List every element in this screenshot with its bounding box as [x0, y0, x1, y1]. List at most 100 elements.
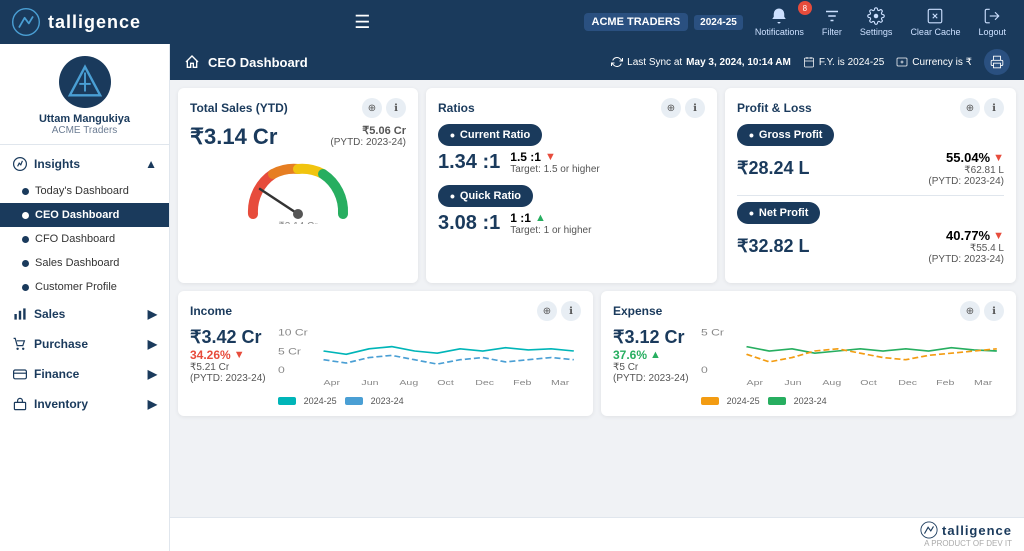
footer-logo-icon	[920, 521, 938, 539]
pnl-info-button[interactable]: ℹ	[984, 98, 1004, 118]
expense-options-button[interactable]: ⊕	[960, 301, 980, 321]
print-button[interactable]	[984, 49, 1010, 75]
ratios-info-button[interactable]: ℹ	[685, 98, 705, 118]
svg-text:10 Cr: 10 Cr	[278, 328, 308, 338]
income-stats: ₹3.42 Cr 34.26% ▼ ₹5.21 Cr (PYTD: 2023-2…	[190, 327, 266, 384]
finance-chevron-icon: ▶	[148, 367, 157, 381]
settings-button[interactable]: Settings	[854, 5, 899, 39]
sync-info: Last Sync at May 3, 2024, 10:14 AM	[611, 56, 791, 68]
filter-icon	[823, 7, 841, 25]
expense-card-icons: ⊕ ℹ	[960, 301, 1004, 321]
sidebar-item-todays-dashboard[interactable]: Today's Dashboard	[0, 179, 169, 203]
gross-profit-trend-icon: ▼	[993, 152, 1004, 164]
gross-profit-row: ₹28.24 L 55.04% ▼ ₹62.81 L (PYTD: 2023-2…	[737, 150, 1004, 187]
footer-brand: talligence A PRODUCT OF DEV IT	[170, 517, 1024, 551]
ratios-card-title: Ratios	[438, 101, 475, 115]
expense-info-button[interactable]: ℹ	[984, 301, 1004, 321]
company-name: ACME TRADERS	[592, 16, 681, 28]
svg-text:Apr: Apr	[746, 378, 763, 386]
sidebar-item-cfo-dashboard[interactable]: CFO Dashboard	[0, 227, 169, 251]
total-sales-card: Total Sales (YTD) ⊕ ℹ ₹3.14 Cr ₹5.06 Cr …	[178, 88, 418, 283]
svg-text:Dec: Dec	[475, 378, 494, 386]
sidebar: Uttam Mangukiya ACME Traders Insights ▲ …	[0, 44, 170, 551]
clear-cache-icon	[926, 7, 944, 25]
pnl-card-icons: ⊕ ℹ	[960, 98, 1004, 118]
pnl-options-button[interactable]: ⊕	[960, 98, 980, 118]
ratios-options-button[interactable]: ⊕	[661, 98, 681, 118]
sidebar-item-sales-dashboard[interactable]: Sales Dashboard	[0, 251, 169, 275]
sales-options-button[interactable]: ⊕	[362, 98, 382, 118]
logout-button[interactable]: Logout	[972, 5, 1012, 39]
svg-text:5 Cr: 5 Cr	[701, 328, 724, 338]
fy-tag: 2024-25	[694, 15, 743, 30]
income-card-title: Income	[190, 304, 232, 318]
expense-chart-area: 5 Cr 0 Apr Jun Aug Oct Dec Feb Mar	[701, 327, 1004, 406]
gross-profit-pill: Gross Profit	[737, 124, 834, 146]
quick-ratio-pill: Quick Ratio	[438, 185, 533, 207]
income-legend-2425	[278, 397, 296, 405]
income-legend-2324	[345, 397, 363, 405]
income-card: Income ⊕ ℹ ₹3.42 Cr 34.26% ▼	[178, 291, 593, 416]
sidebar-section-finance[interactable]: Finance ▶	[0, 359, 169, 389]
current-ratio-target: 1.5 :1 ▼ Target: 1.5 or higher	[510, 150, 600, 175]
sales-main-value: ₹3.14 Cr	[190, 124, 277, 150]
fy-value: 2024-25	[700, 17, 737, 28]
inventory-icon	[12, 396, 28, 412]
bottom-cards-row: Income ⊕ ℹ ₹3.42 Cr 34.26% ▼	[178, 291, 1016, 416]
income-options-button[interactable]: ⊕	[537, 301, 557, 321]
svg-text:Feb: Feb	[936, 378, 954, 386]
sidebar-section-purchase[interactable]: Purchase ▶	[0, 329, 169, 359]
logout-icon	[983, 7, 1001, 25]
hamburger-icon[interactable]: ☰	[354, 12, 370, 33]
navbar: talligence ☰ ACME TRADERS 2024-25 Notifi…	[0, 0, 1024, 44]
net-profit-row: ₹32.82 L 40.77% ▼ ₹55.4 L (PYTD: 2023-24…	[737, 228, 1004, 265]
ratios-card: Ratios ⊕ ℹ Current Ratio 1.34 :1	[426, 88, 717, 283]
header-right: Last Sync at May 3, 2024, 10:14 AM F.Y. …	[611, 49, 1010, 75]
net-profit-right: 40.77% ▼ ₹55.4 L (PYTD: 2023-24)	[928, 228, 1004, 265]
sidebar-item-customer-profile[interactable]: Customer Profile	[0, 275, 169, 299]
clear-cache-button[interactable]: Clear Cache	[904, 5, 966, 39]
navbar-right: ACME TRADERS 2024-25 Notifications 8 Fil…	[584, 5, 1012, 39]
purchase-chevron-icon: ▶	[148, 337, 157, 351]
sidebar-item-ceo-dashboard[interactable]: CEO Dashboard	[0, 203, 169, 227]
sidebar-section-sales[interactable]: Sales ▶	[0, 299, 169, 329]
avatar	[59, 56, 111, 108]
inventory-chevron-icon: ▶	[148, 397, 157, 411]
purchase-icon	[12, 336, 28, 352]
quick-ratio-section: Quick Ratio 3.08 :1 1 :1 ▲ Target: 1 or …	[438, 185, 705, 236]
expense-sparkline: 5 Cr 0 Apr Jun Aug Oct Dec Feb Mar	[701, 327, 1004, 387]
brand-logo-icon	[12, 8, 40, 36]
page-title: CEO Dashboard	[208, 55, 308, 70]
sync-icon	[611, 56, 623, 68]
gear-icon	[867, 7, 885, 25]
svg-text:Mar: Mar	[551, 378, 569, 386]
income-sparkline: 10 Cr 5 Cr 0 Apr Jun Aug Oct Dec Feb	[278, 327, 581, 387]
sales-card-header: Total Sales (YTD) ⊕ ℹ	[190, 98, 406, 118]
top-cards-row: Total Sales (YTD) ⊕ ℹ ₹3.14 Cr ₹5.06 Cr …	[178, 88, 1016, 283]
svg-text:Oct: Oct	[437, 378, 454, 386]
expense-legend: 2024-25 2023-24	[701, 396, 1004, 406]
sales-card-title: Total Sales (YTD)	[190, 101, 288, 115]
sales-card-icons: ⊕ ℹ	[362, 98, 406, 118]
svg-text:0: 0	[278, 365, 285, 375]
gross-profit-section: Gross Profit ₹28.24 L 55.04% ▼ ₹62.81 L …	[737, 124, 1004, 187]
sales-icon	[12, 306, 28, 322]
quick-ratio-target: 1 :1 ▲ Target: 1 or higher	[510, 211, 591, 236]
sales-info-button[interactable]: ℹ	[386, 98, 406, 118]
purchase-label: Purchase	[34, 337, 88, 351]
income-info-button[interactable]: ℹ	[561, 301, 581, 321]
current-ratio-section: Current Ratio 1.34 :1 1.5 :1 ▼ Target: 1…	[438, 124, 705, 175]
expense-main-value: ₹3.12 Cr	[613, 327, 689, 348]
filter-button[interactable]: Filter	[816, 5, 848, 39]
sidebar-section-inventory[interactable]: Inventory ▶	[0, 389, 169, 419]
income-main-value: ₹3.42 Cr	[190, 327, 266, 348]
svg-text:Apr: Apr	[323, 378, 340, 386]
pnl-card-title: Profit & Loss	[737, 101, 812, 115]
insights-chevron-icon: ▲	[145, 157, 157, 171]
sidebar-section-insights[interactable]: Insights ▲	[0, 149, 169, 179]
dot-icon	[22, 284, 29, 291]
brand-name: talligence	[48, 12, 141, 33]
current-ratio-pill: Current Ratio	[438, 124, 542, 146]
print-icon	[990, 55, 1004, 69]
expense-pct: 37.6%	[613, 348, 647, 362]
